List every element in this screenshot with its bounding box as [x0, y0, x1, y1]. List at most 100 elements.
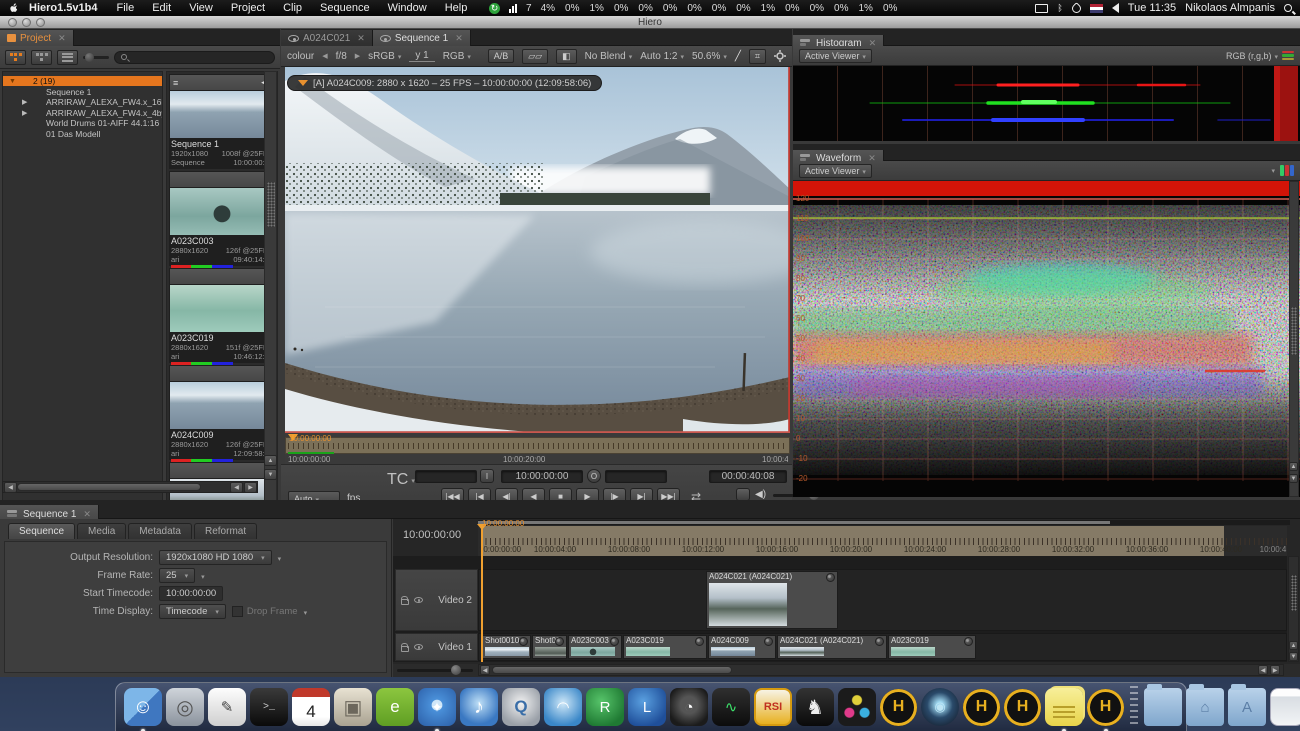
timeline-overview-bar[interactable]: [478, 520, 1290, 525]
view-smallgrid-button[interactable]: [31, 50, 52, 65]
timeline-clip[interactable]: A023C019: [888, 635, 976, 659]
clip-thumbnail-image[interactable]: [170, 382, 274, 429]
viewer-settings-gear-icon[interactable]: [774, 50, 786, 62]
timeline-zoom-slider[interactable]: [397, 669, 473, 672]
poster-frame-icon[interactable]: ≡: [173, 78, 178, 88]
timeline-clip[interactable]: Shot00: [532, 635, 567, 659]
clip-media-icon[interactable]: [764, 637, 773, 646]
app-menu-title[interactable]: Hiero1.5v1b4: [19, 2, 107, 14]
cpu-meter-icon[interactable]: [509, 4, 517, 13]
scroll-up-icon[interactable]: ▲: [1289, 462, 1298, 471]
histogram-mode-dropdown[interactable]: RGB (r,g,b): [1226, 51, 1278, 61]
exposure-prev-icon[interactable]: ◀: [322, 52, 327, 60]
clip-thumbnail-image[interactable]: [170, 91, 274, 138]
menu-item[interactable]: View: [180, 2, 222, 14]
bin-tree-row[interactable]: ▼ 2 (19): [3, 76, 163, 86]
menu-user-name[interactable]: Nikolaos Almpanis: [1185, 2, 1275, 14]
zoom-dropdown[interactable]: 50.6%: [692, 51, 727, 62]
exposure-value[interactable]: f/8: [336, 51, 347, 62]
clip-media-icon[interactable]: [610, 637, 619, 646]
dock-icon[interactable]: [1270, 688, 1300, 726]
duration-field[interactable]: 00:00:40:08: [709, 470, 787, 483]
thumbnail-size-slider[interactable]: [83, 56, 109, 59]
lut-dropdown[interactable]: sRGB: [368, 51, 401, 62]
dock-icon[interactable]: ◎: [166, 688, 204, 726]
track-lane-video1[interactable]: Shot0010 Shot00 A023C003 A023: [478, 633, 1287, 661]
track-header-video2[interactable]: Video 2: [395, 569, 478, 631]
scroll-down-icon[interactable]: ▼: [1289, 652, 1298, 661]
property-value[interactable]: 1920x1080 HD 1080▾: [159, 550, 272, 565]
timeline-clip[interactable]: A024C021 (A024C021): [706, 571, 838, 629]
menu-item[interactable]: Window: [379, 2, 436, 14]
viewer-tab[interactable]: Sequence 1✕: [373, 30, 471, 47]
guides-icon[interactable]: ⌗: [749, 49, 766, 64]
dock-icon[interactable]: >_: [250, 688, 288, 726]
project-search-input[interactable]: [114, 51, 275, 64]
proxy-dropdown[interactable]: Auto 1:2: [640, 51, 684, 62]
dock-icon[interactable]: e: [376, 688, 414, 726]
property-tab[interactable]: Reformat: [194, 523, 257, 539]
airport-menu-icon[interactable]: [1070, 2, 1083, 15]
dock-icon[interactable]: H: [1087, 689, 1124, 726]
dock-icon[interactable]: ◉: [921, 688, 959, 726]
dock-icon[interactable]: ♞: [796, 688, 834, 726]
dock-icon[interactable]: [1045, 688, 1083, 726]
clip-card[interactable]: ≡ ◀) A024C009 2880x1620126f @25FPS ari12…: [169, 365, 275, 460]
menu-clock[interactable]: Tue 11:35: [1128, 2, 1176, 14]
gamma-field[interactable]: y 1: [409, 50, 434, 62]
lock-icon[interactable]: [401, 646, 409, 652]
histogram-source-dropdown[interactable]: Active Viewer: [799, 49, 872, 63]
tab-project[interactable]: Project✕: [0, 30, 74, 47]
track-header-video1[interactable]: Video 1: [395, 633, 478, 661]
dock-icon[interactable]: A: [1228, 688, 1266, 726]
scroll-left2-icon[interactable]: ◀: [1258, 665, 1268, 675]
thumbnail-scroll-up-button[interactable]: ▲: [264, 455, 277, 466]
menu-item[interactable]: Clip: [274, 2, 311, 14]
dock-icon[interactable]: R: [586, 688, 624, 726]
rgb-parade-icon[interactable]: [1280, 165, 1294, 176]
viewer-image[interactable]: [285, 67, 790, 433]
dock-icon[interactable]: ∿: [712, 688, 750, 726]
tree-caret-icon[interactable]: ▶: [22, 109, 30, 117]
bin-tree-row[interactable]: Sequence 1: [3, 87, 163, 97]
dock-icon[interactable]: RSI: [754, 688, 792, 726]
property-tab[interactable]: Metadata: [128, 523, 192, 539]
scroll-right-icon[interactable]: ▶: [1270, 665, 1280, 675]
close-icon[interactable]: ✕: [357, 33, 365, 44]
timeline-playhead[interactable]: [481, 526, 483, 662]
colour-label[interactable]: colour: [287, 51, 314, 62]
blend-dropdown[interactable]: No Blend: [585, 51, 633, 62]
waveform-scrollbar[interactable]: ▲ ▼: [1289, 181, 1299, 497]
tree-horizontal-scrollbar[interactable]: ◀ ◀ ▶: [2, 481, 258, 493]
dock-icon[interactable]: L: [628, 688, 666, 726]
set-in-button[interactable]: I: [480, 469, 494, 483]
thumbnail-vertical-scrollbar[interactable]: [264, 71, 277, 507]
apple-menu-icon[interactable]: [8, 2, 19, 14]
spotlight-icon[interactable]: [1284, 4, 1292, 12]
annotate-pen-icon[interactable]: ╱: [735, 51, 741, 62]
dock-icon[interactable]: ☺: [124, 688, 162, 726]
timeline-clip[interactable]: A023C019: [623, 635, 707, 659]
drop-frame-checkbox[interactable]: Drop Frame: [232, 606, 298, 617]
menu-item[interactable]: Sequence: [311, 2, 379, 14]
close-icon[interactable]: ✕: [455, 33, 463, 44]
property-value[interactable]: 10:00:00:00▾: [159, 586, 223, 601]
dock-icon[interactable]: ♪: [460, 688, 498, 726]
timeline-horizontal-scrollbar[interactable]: ◀ ◀ ▶: [478, 664, 1284, 676]
dock-icon[interactable]: ⌂: [1186, 688, 1224, 726]
clip-media-icon[interactable]: [875, 637, 884, 646]
clip-media-icon[interactable]: [964, 637, 973, 646]
scroll-up-icon[interactable]: ▲: [1289, 641, 1298, 650]
close-icon[interactable]: ✕: [58, 33, 66, 44]
visibility-icon[interactable]: [414, 644, 423, 650]
scroll-right-icon[interactable]: ▶: [244, 482, 257, 493]
in-point-field[interactable]: [415, 470, 477, 483]
menu-item[interactable]: Edit: [143, 2, 180, 14]
displays-menu-icon[interactable]: [1035, 4, 1048, 13]
bin-tree-row[interactable]: ▶ ARRIRAW_ALEXA_FW4.x_16by: [3, 97, 163, 107]
property-tab[interactable]: Sequence: [8, 523, 75, 539]
waveform-source-dropdown[interactable]: Active Viewer: [799, 164, 872, 178]
track-lane-video2[interactable]: A024C021 (A024C021): [478, 569, 1287, 631]
lock-icon[interactable]: [401, 599, 409, 605]
scroll-left2-icon[interactable]: ◀: [230, 482, 243, 493]
